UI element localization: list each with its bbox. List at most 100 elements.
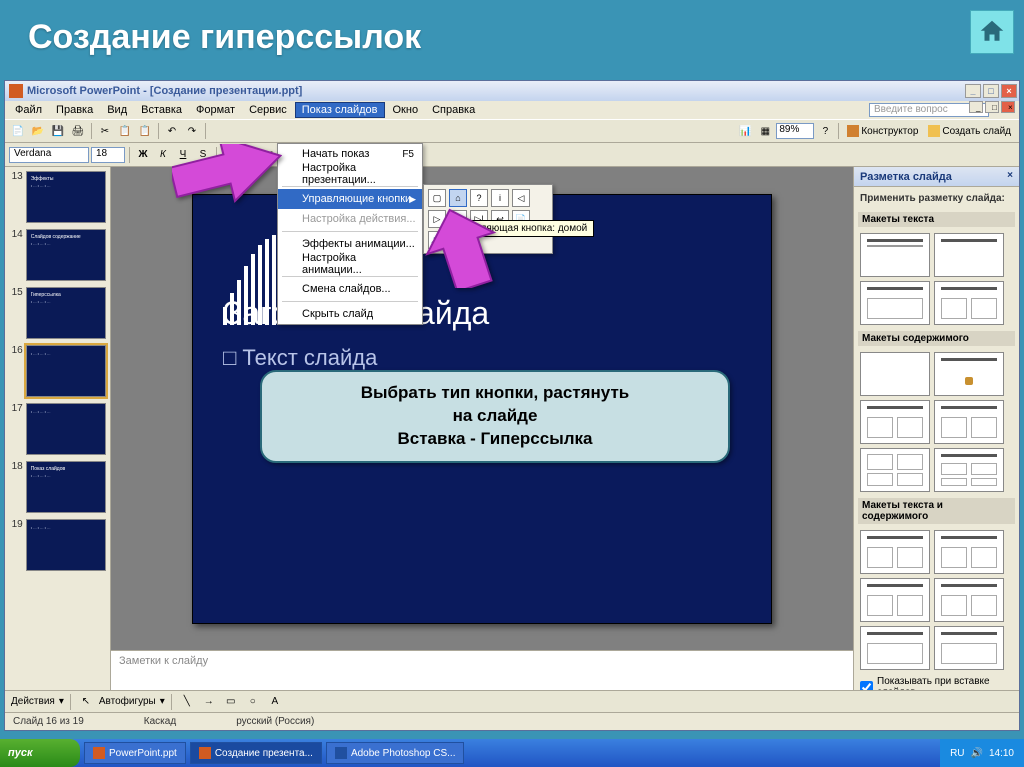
new-slide-button[interactable]: Создать слайд xyxy=(924,125,1015,137)
help-icon[interactable]: ? xyxy=(816,122,834,140)
menu-format[interactable]: Формат xyxy=(190,103,241,117)
menu-file[interactable]: Файл xyxy=(9,103,48,117)
checkbox-input[interactable] xyxy=(860,681,873,691)
action-button-custom[interactable]: ▢ xyxy=(428,189,446,207)
italic-icon[interactable]: К xyxy=(154,146,172,164)
open-icon[interactable]: 📂 xyxy=(29,122,47,140)
layout-content3[interactable] xyxy=(934,400,1004,444)
action-button-home[interactable]: ⌂ xyxy=(449,189,467,207)
show-on-insert-checkbox[interactable]: Показывать при вставке слайдов xyxy=(858,672,1015,690)
menu-window[interactable]: Окно xyxy=(387,103,425,117)
layout-tc1[interactable] xyxy=(860,530,930,574)
textbox-icon[interactable]: A xyxy=(266,693,284,711)
tray-icon[interactable]: 🔊 xyxy=(971,748,983,759)
taskpane-close[interactable]: × xyxy=(1003,170,1017,184)
thumbnail-number: 16 xyxy=(9,345,23,356)
menu-item[interactable]: Скрыть слайд xyxy=(278,304,422,324)
doc-close[interactable]: × xyxy=(1001,101,1015,113)
layout-two-column[interactable] xyxy=(934,281,1004,325)
layout-blank[interactable] xyxy=(860,352,930,396)
paste-icon[interactable]: 📋 xyxy=(136,122,154,140)
menu-help[interactable]: Справка xyxy=(426,103,481,117)
select-icon[interactable]: ↖ xyxy=(77,693,95,711)
rect-icon[interactable]: ▭ xyxy=(222,693,240,711)
layout-tc2[interactable] xyxy=(934,530,1004,574)
menu-item[interactable]: Смена слайдов... xyxy=(278,279,422,299)
copy-icon[interactable]: 📋 xyxy=(116,122,134,140)
thumbnail-slide[interactable]: • ... • ... • ... xyxy=(26,519,106,571)
menu-tools[interactable]: Сервис xyxy=(243,103,293,117)
taskbar-item-2[interactable]: Создание презента... xyxy=(190,742,322,764)
layout-tc5[interactable] xyxy=(860,626,930,670)
redo-icon[interactable]: ↷ xyxy=(183,122,201,140)
layout-tc3[interactable] xyxy=(860,578,930,622)
arrow-icon[interactable]: → xyxy=(200,693,218,711)
thumbnail-slide[interactable]: Эффекты• ... • ... • ... xyxy=(26,171,106,223)
action-button-info[interactable]: i xyxy=(491,189,509,207)
menu-item[interactable]: Настройка анимации... xyxy=(278,254,422,274)
font-size-select[interactable]: 18 xyxy=(91,147,125,163)
thumbnail-row[interactable]: 18Показ слайдов• ... • ... • ... xyxy=(9,461,106,513)
cut-icon[interactable]: ✂ xyxy=(96,122,114,140)
oval-icon[interactable]: ○ xyxy=(244,693,262,711)
chart-icon[interactable]: 📊 xyxy=(736,122,754,140)
line-icon[interactable]: ╲ xyxy=(178,693,196,711)
home-button[interactable] xyxy=(970,10,1014,54)
thumbnail-slide[interactable]: Слайдов содержание• ... • ... • ... xyxy=(26,229,106,281)
taskpane-label: Применить разметку слайда: xyxy=(858,191,1015,208)
action-button-help[interactable]: ? xyxy=(470,189,488,207)
menu-edit[interactable]: Правка xyxy=(50,103,99,117)
start-button[interactable]: пуск xyxy=(0,739,80,767)
taskbar-item-3[interactable]: Adobe Photoshop CS... xyxy=(326,742,465,764)
font-select[interactable]: Verdana xyxy=(9,147,89,163)
thumbnail-slide[interactable]: • ... • ... • ... xyxy=(26,345,106,397)
menu-item[interactable]: Управляющие кнопки▶ xyxy=(278,189,422,209)
thumbnail-row[interactable]: 14Слайдов содержание• ... • ... • ... xyxy=(9,229,106,281)
layout-title[interactable] xyxy=(860,233,930,277)
menu-item[interactable]: Настройка презентации... xyxy=(278,164,422,184)
menu-slideshow[interactable]: Показ слайдов xyxy=(295,102,385,118)
thumbnail-row[interactable]: 19• ... • ... • ... xyxy=(9,519,106,571)
minimize-button[interactable]: _ xyxy=(965,84,981,98)
thumbnail-row[interactable]: 15Гиперссылка• ... • ... • ... xyxy=(9,287,106,339)
layout-tc4[interactable] xyxy=(934,578,1004,622)
layout-title-body[interactable] xyxy=(860,281,930,325)
layout-tc6[interactable] xyxy=(934,626,1004,670)
zoom-input[interactable]: 89% xyxy=(776,123,814,139)
layout-4content[interactable] xyxy=(860,448,930,492)
menu-view[interactable]: Вид xyxy=(101,103,133,117)
taskbar-item-1[interactable]: PowerPoint.ppt xyxy=(84,742,186,764)
layout-4content2[interactable] xyxy=(934,448,1004,492)
maximize-button[interactable]: □ xyxy=(983,84,999,98)
layout-content2[interactable] xyxy=(860,400,930,444)
tray-lang[interactable]: RU xyxy=(950,748,964,759)
table-icon[interactable]: ▦ xyxy=(756,122,774,140)
action-button-back[interactable]: ◁ xyxy=(512,189,530,207)
thumbnail-row[interactable]: 17• ... • ... • ... xyxy=(9,403,106,455)
thumbnail-slide[interactable]: Гиперссылка• ... • ... • ... xyxy=(26,287,106,339)
menu-item[interactable]: Эффекты анимации... xyxy=(278,234,422,254)
konstruktor-button[interactable]: Конструктор xyxy=(843,125,922,137)
autoshapes-dropdown[interactable]: Автофигуры xyxy=(99,696,156,707)
layout-title-only[interactable] xyxy=(934,233,1004,277)
new-icon[interactable]: 📄 xyxy=(9,122,27,140)
actions-dropdown[interactable]: Действия xyxy=(11,696,55,707)
doc-restore[interactable]: □ xyxy=(985,101,999,113)
thumbnail-slide[interactable]: • ... • ... • ... xyxy=(26,403,106,455)
bold-icon[interactable]: Ж xyxy=(134,146,152,164)
menu-item[interactable]: Начать показF5 xyxy=(278,144,422,164)
layout-content[interactable] xyxy=(934,352,1004,396)
thumbnail-row[interactable]: 13Эффекты• ... • ... • ... xyxy=(9,171,106,223)
house-icon xyxy=(977,17,1007,47)
thumbnail-slide[interactable]: Показ слайдов• ... • ... • ... xyxy=(26,461,106,513)
menubar: Файл Правка Вид Вставка Формат Сервис По… xyxy=(5,101,1019,119)
doc-minimize[interactable]: _ xyxy=(969,101,983,113)
save-icon[interactable]: 💾 xyxy=(49,122,67,140)
print-icon[interactable]: 🖨 xyxy=(69,122,87,140)
undo-icon[interactable]: ↶ xyxy=(163,122,181,140)
notes-pane[interactable]: Заметки к слайду xyxy=(111,650,853,690)
thumbnail-row[interactable]: 16• ... • ... • ... xyxy=(9,345,106,397)
menu-insert[interactable]: Вставка xyxy=(135,103,188,117)
thumbnail-number: 17 xyxy=(9,403,23,414)
close-button[interactable]: × xyxy=(1001,84,1017,98)
